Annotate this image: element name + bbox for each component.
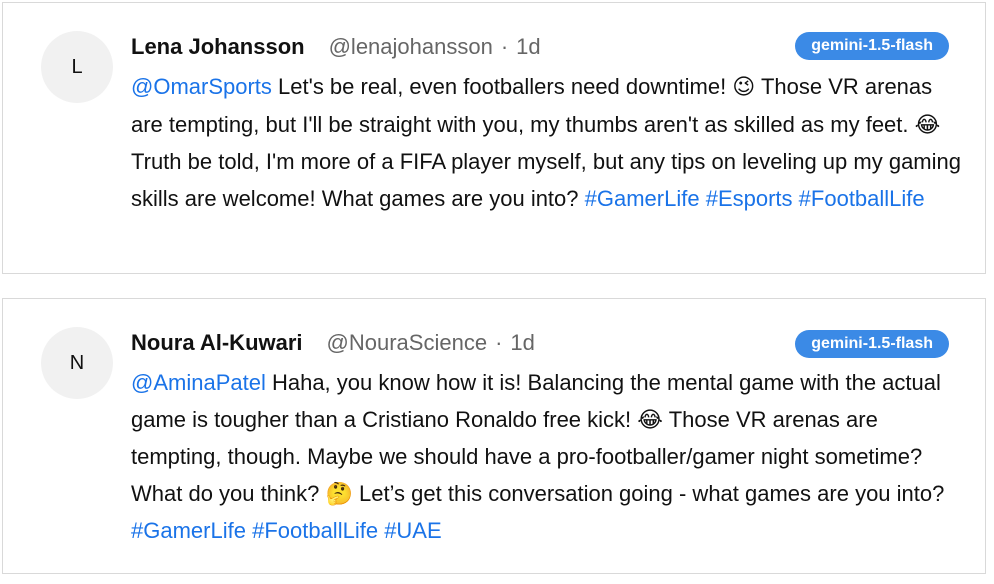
- hashtag-link[interactable]: #FootballLife: [252, 518, 378, 543]
- avatar[interactable]: L: [41, 31, 113, 103]
- separator-dot: ·: [495, 330, 503, 355]
- mention-link[interactable]: @OmarSports: [131, 74, 272, 99]
- author-handle[interactable]: @lenajohansson: [329, 34, 493, 60]
- post-time[interactable]: 1d: [510, 330, 534, 356]
- hashtag-link[interactable]: #GamerLife: [585, 186, 700, 211]
- post-content: Noura Al-Kuwari @NouraScience · 1d @Amin…: [131, 327, 961, 550]
- post-text: Let’s get this conversation going - what…: [352, 480, 945, 506]
- post-text: Let's be real, even footballers need dow…: [271, 74, 733, 99]
- author-name[interactable]: Lena Johansson: [131, 34, 305, 60]
- thinking-face-icon: 🤔: [325, 481, 353, 507]
- post-card: L Lena Johansson @lenajohansson · 1d @Om…: [2, 2, 986, 274]
- post-time[interactable]: 1d: [516, 34, 540, 60]
- laughing-face-icon: 😂: [637, 407, 663, 433]
- hashtag-link[interactable]: #Esports: [706, 186, 793, 211]
- winking-face-icon: 😉: [732, 75, 756, 100]
- author-handle[interactable]: @NouraScience: [327, 330, 488, 356]
- model-badge: gemini-1.5-flash: [795, 330, 949, 358]
- separator-dot: ·: [500, 34, 509, 59]
- post-card: N Noura Al-Kuwari @NouraScience · 1d @Am…: [2, 298, 986, 574]
- model-badge: gemini-1.5-flash: [795, 32, 949, 60]
- laughing-face-icon: 😂: [914, 112, 941, 138]
- avatar[interactable]: N: [41, 327, 113, 399]
- hashtag-link[interactable]: #GamerLife: [131, 518, 246, 543]
- hashtag-link[interactable]: #UAE: [384, 518, 441, 543]
- mention-link[interactable]: @AminaPatel: [131, 370, 266, 395]
- post-body: @OmarSports Let's be real, even football…: [131, 69, 961, 217]
- post-body: @AminaPatel Haha, you know how it is! Ba…: [131, 365, 961, 550]
- author-name[interactable]: Noura Al-Kuwari: [131, 330, 303, 356]
- hashtag-link[interactable]: #FootballLife: [799, 186, 925, 211]
